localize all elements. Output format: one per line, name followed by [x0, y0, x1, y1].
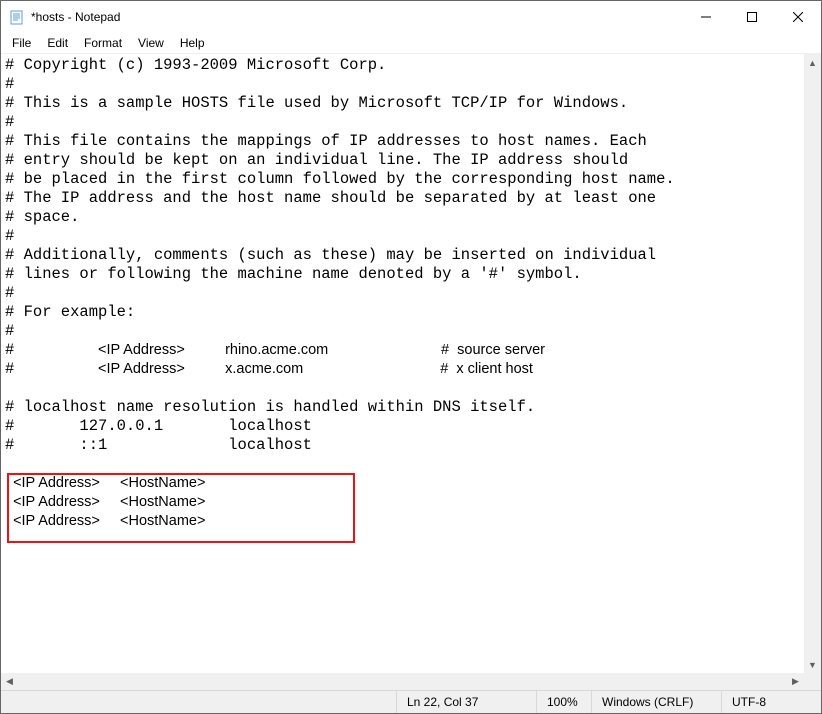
added-entry: <IP Address> <HostName>: [5, 474, 800, 493]
text-line: <IP Address> x.acme.com # x client host: [98, 361, 533, 377]
status-position: Ln 22, Col 37: [396, 691, 536, 713]
text-line: #: [5, 227, 14, 245]
text-line: #: [5, 284, 14, 302]
text-line: # The IP address and the host name shoul…: [5, 189, 656, 207]
vertical-scrollbar[interactable]: ▲ ▼: [804, 54, 821, 673]
text-line: # localhost name resolution is handled w…: [5, 398, 535, 416]
text-line: #: [5, 322, 14, 340]
maximize-button[interactable]: [729, 1, 775, 33]
text-line: # ::1 localhost: [5, 436, 312, 454]
scroll-right-icon[interactable]: ▶: [787, 673, 804, 690]
text-line: # entry should be kept on an individual …: [5, 151, 628, 169]
status-line-ending: Windows (CRLF): [591, 691, 721, 713]
horizontal-scrollbar[interactable]: ◀ ▶: [1, 673, 804, 690]
menu-file[interactable]: File: [5, 35, 38, 51]
scroll-up-icon[interactable]: ▲: [804, 54, 821, 71]
window-controls: [683, 1, 821, 33]
text-line: # space.: [5, 208, 79, 226]
menu-view[interactable]: View: [131, 35, 171, 51]
scroll-corner: [804, 673, 821, 690]
added-entry: <IP Address> <HostName>: [5, 493, 800, 512]
text-editor[interactable]: # Copyright (c) 1993-2009 Microsoft Corp…: [1, 54, 804, 673]
text-line: # For example:: [5, 303, 135, 321]
menubar: File Edit Format View Help: [1, 33, 821, 53]
window-title: *hosts - Notepad: [31, 10, 683, 24]
text-line: #: [5, 75, 14, 93]
menu-format[interactable]: Format: [77, 35, 129, 51]
menu-help[interactable]: Help: [173, 35, 212, 51]
menu-edit[interactable]: Edit: [40, 35, 75, 51]
text-line: #: [5, 360, 98, 378]
text-line: #: [5, 113, 14, 131]
scroll-left-icon[interactable]: ◀: [1, 673, 18, 690]
status-encoding: UTF-8: [721, 691, 821, 713]
added-entry: <IP Address> <HostName>: [5, 512, 800, 531]
text-line: # Additionally, comments (such as these)…: [5, 246, 656, 264]
text-line: # lines or following the machine name de…: [5, 265, 582, 283]
scroll-down-icon[interactable]: ▼: [804, 656, 821, 673]
text-line: # This file contains the mappings of IP …: [5, 132, 647, 150]
editor-area: # Copyright (c) 1993-2009 Microsoft Corp…: [1, 53, 821, 690]
text-line: <IP Address> rhino.acme.com # source ser…: [98, 342, 545, 358]
close-button[interactable]: [775, 1, 821, 33]
notepad-icon: [9, 9, 25, 25]
status-zoom: 100%: [536, 691, 591, 713]
text-line: # This is a sample HOSTS file used by Mi…: [5, 94, 628, 112]
text-line: # 127.0.0.1 localhost: [5, 417, 312, 435]
text-line: #: [5, 341, 98, 359]
text-line: # be placed in the first column followed…: [5, 170, 675, 188]
minimize-button[interactable]: [683, 1, 729, 33]
titlebar: *hosts - Notepad: [1, 1, 821, 33]
status-spacer: [1, 691, 396, 713]
statusbar: Ln 22, Col 37 100% Windows (CRLF) UTF-8: [1, 690, 821, 713]
text-line: # Copyright (c) 1993-2009 Microsoft Corp…: [5, 56, 386, 74]
